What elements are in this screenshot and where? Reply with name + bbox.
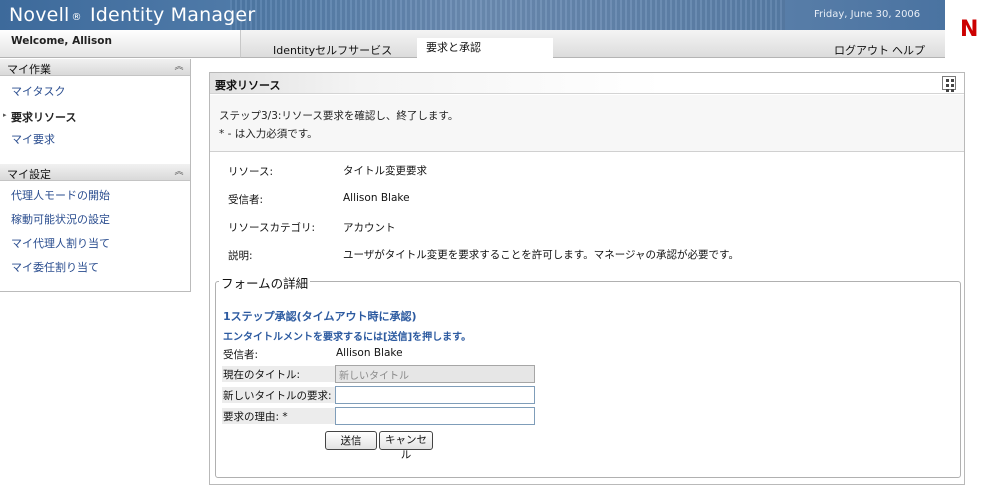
sidebar: マイ作業 ︽ マイタスク ▸ 要求リソース マイ要求 マイ設定 ︽ 代理人モード…: [0, 59, 191, 292]
form-details-fieldset: フォームの詳細 1ステップ承認(タイムアウト時に承認) エンタイトルメントを要求…: [215, 273, 961, 478]
reason-label: 要求の理由: *: [222, 408, 335, 424]
panel-header: 要求リソース: [210, 73, 964, 94]
sidebar-item-my-tasks[interactable]: マイタスク: [11, 83, 66, 99]
form-row-current-title: 現在のタイトル:: [221, 364, 541, 383]
new-title-field[interactable]: [335, 386, 535, 404]
form-row-recipient: 受信者: Allison Blake: [221, 344, 541, 363]
panel-menu-icon[interactable]: [942, 76, 956, 92]
sidebar-section-my-work: マイ作業 ︽: [0, 59, 190, 76]
description-value: ユーザがタイトル変更を要求することを許可します。マネージャの承認が必要です。: [343, 249, 739, 261]
workflow-title: 1ステップ承認(タイムアウト時に承認): [223, 310, 417, 323]
sidebar-item-delegate-assignments[interactable]: マイ委任割り当て: [11, 259, 99, 275]
sidebar-item-availability[interactable]: 稼動可能状況の設定: [11, 211, 110, 227]
form-row-new-title: 新しいタイトルの要求:: [221, 385, 541, 404]
instructions: ステップ3/3:リソース要求を確認し、終了します。 * - は入力必須です。: [210, 95, 964, 152]
sidebar-item-request-resource[interactable]: 要求リソース: [11, 109, 76, 125]
sidebar-section-title: マイ作業: [7, 63, 51, 76]
submit-button[interactable]: 送信: [325, 431, 377, 450]
tab-bar: Identityセルフサービス 要求と承認 ログアウト ヘルプ: [240, 30, 945, 58]
new-title-label: 新しいタイトルの要求:: [222, 387, 335, 403]
form-details-legend: フォームの詳細: [219, 273, 311, 292]
sidebar-item-my-requests[interactable]: マイ要求: [11, 131, 55, 147]
header: Novell ® Identity Manager Friday, June 30…: [0, 0, 986, 58]
form-recipient-label: 受信者:: [223, 349, 259, 361]
welcome-bar: Welcome, Allison: [0, 30, 252, 58]
sidebar-section-title: マイ設定: [7, 168, 51, 181]
cancel-button[interactable]: キャンセル: [379, 431, 433, 461]
sidebar-section-my-settings: マイ設定 ︽: [0, 164, 190, 181]
tab-requests-approvals[interactable]: 要求と承認: [417, 38, 553, 58]
reason-field[interactable]: [335, 407, 535, 425]
current-title-label: 現在のタイトル:: [222, 366, 335, 382]
current-title-field[interactable]: [335, 365, 535, 383]
welcome-text: Welcome, Allison: [11, 35, 112, 47]
resource-category-value: アカウント: [343, 222, 396, 234]
header-date: Friday, June 30, 2006: [814, 9, 921, 20]
sidebar-item-start-proxy[interactable]: 代理人モードの開始: [11, 187, 110, 203]
current-item-bullet-icon: ▸: [3, 111, 7, 119]
collapse-icon[interactable]: ︽: [173, 166, 185, 178]
workflow-instruction: エンタイトルメントを要求するには[送信]を押します。: [223, 332, 472, 343]
form-recipient-value: Allison Blake: [336, 347, 403, 359]
resource-value: タイトル変更要求: [343, 165, 427, 177]
step-instruction: ステップ3/3:リソース要求を確認し、終了します。: [219, 110, 459, 122]
recipient-label: 受信者:: [228, 194, 264, 206]
request-resource-panel: 要求リソース ステップ3/3:リソース要求を確認し、終了します。 * - は入力…: [209, 72, 965, 485]
description-label: 説明:: [228, 250, 253, 262]
form-row-reason: 要求の理由: *: [221, 406, 541, 425]
product-title: Novell ® Identity Manager: [9, 4, 255, 26]
logout-link[interactable]: ログアウト: [834, 42, 889, 58]
product-suffix: Identity Manager: [89, 4, 256, 26]
registered-mark: ®: [71, 12, 82, 23]
recipient-value: Allison Blake: [343, 192, 410, 204]
tab-identity-self-service[interactable]: Identityセルフサービス: [273, 42, 392, 58]
help-link[interactable]: ヘルプ: [892, 42, 925, 58]
resource-label: リソース:: [228, 166, 274, 178]
product-name: Novell: [9, 4, 70, 26]
panel-title: 要求リソース: [215, 79, 281, 92]
novell-logo: N: [960, 17, 979, 42]
required-note: * - は入力必須です。: [219, 128, 318, 140]
sidebar-item-proxy-assignments[interactable]: マイ代理人割り当て: [11, 235, 110, 251]
collapse-icon[interactable]: ︽: [173, 61, 185, 73]
resource-category-label: リソースカテゴリ:: [228, 222, 316, 234]
